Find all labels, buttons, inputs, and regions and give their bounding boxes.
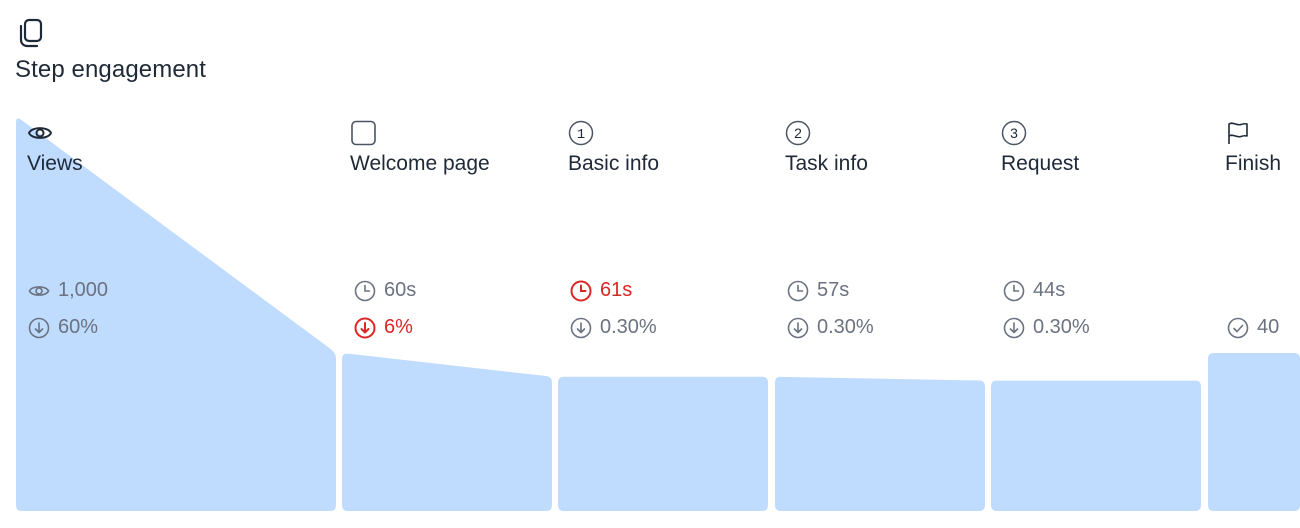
clock-icon (787, 280, 809, 301)
arrow-down-circle-icon (787, 317, 809, 338)
clock-icon (354, 280, 376, 301)
funnel-chart (16, 118, 1300, 511)
circle-2-icon: 2 (785, 120, 811, 146)
step-label: Finish (1225, 152, 1282, 175)
funnel-bar-finish (1208, 353, 1300, 511)
check-circle-icon (1227, 317, 1249, 338)
step-label: Basic info (568, 152, 660, 175)
views-count: 1,000 (28, 279, 108, 302)
arrow-down-circle-icon (1003, 317, 1025, 338)
step-label: Views (27, 152, 83, 175)
funnel-bar-task-info (775, 376, 985, 511)
welcome-dropoff: 6% (354, 316, 413, 339)
arrow-down-circle-icon (570, 317, 592, 338)
basic-info-dropoff: 0.30% (570, 316, 657, 339)
arrow-down-circle-icon (354, 317, 376, 338)
step-request[interactable]: 3 Request (1001, 120, 1079, 178)
funnel-bar-request (991, 380, 1201, 511)
request-time: 44s (1003, 279, 1065, 302)
finish-completed: 40 (1227, 316, 1279, 339)
svg-text:1: 1 (577, 127, 585, 143)
eye-icon (28, 285, 50, 296)
svg-text:3: 3 (1010, 125, 1018, 141)
step-welcome-page[interactable]: Welcome page (350, 120, 490, 178)
circle-3-icon: 3 (1001, 120, 1027, 146)
step-views[interactable]: Views (27, 120, 83, 178)
task-info-dropoff: 0.30% (787, 316, 874, 339)
svg-text:2: 2 (794, 125, 802, 141)
circle-1-icon: 1 (568, 120, 594, 146)
step-label: Welcome page (350, 152, 490, 175)
views-dropoff: 60% (28, 316, 98, 339)
clock-icon (570, 280, 592, 301)
funnel-bar-welcome-page (342, 353, 552, 511)
step-basic-info[interactable]: 1 Basic info (568, 120, 659, 178)
square-icon (351, 120, 376, 146)
step-label: Request (1001, 152, 1080, 175)
basic-info-time: 61s (570, 279, 632, 302)
request-dropoff: 0.30% (1003, 316, 1090, 339)
step-finish[interactable]: Finish (1225, 120, 1281, 178)
step-label: Task info (785, 152, 868, 175)
clock-icon (1003, 280, 1025, 301)
eye-icon (27, 127, 53, 139)
step-task-info[interactable]: 2 Task info (785, 120, 868, 178)
arrow-down-circle-icon (28, 317, 50, 338)
welcome-time: 60s (354, 279, 416, 302)
task-info-time: 57s (787, 279, 849, 302)
flag-icon (1228, 122, 1248, 144)
funnel-bar-basic-info (558, 376, 768, 511)
